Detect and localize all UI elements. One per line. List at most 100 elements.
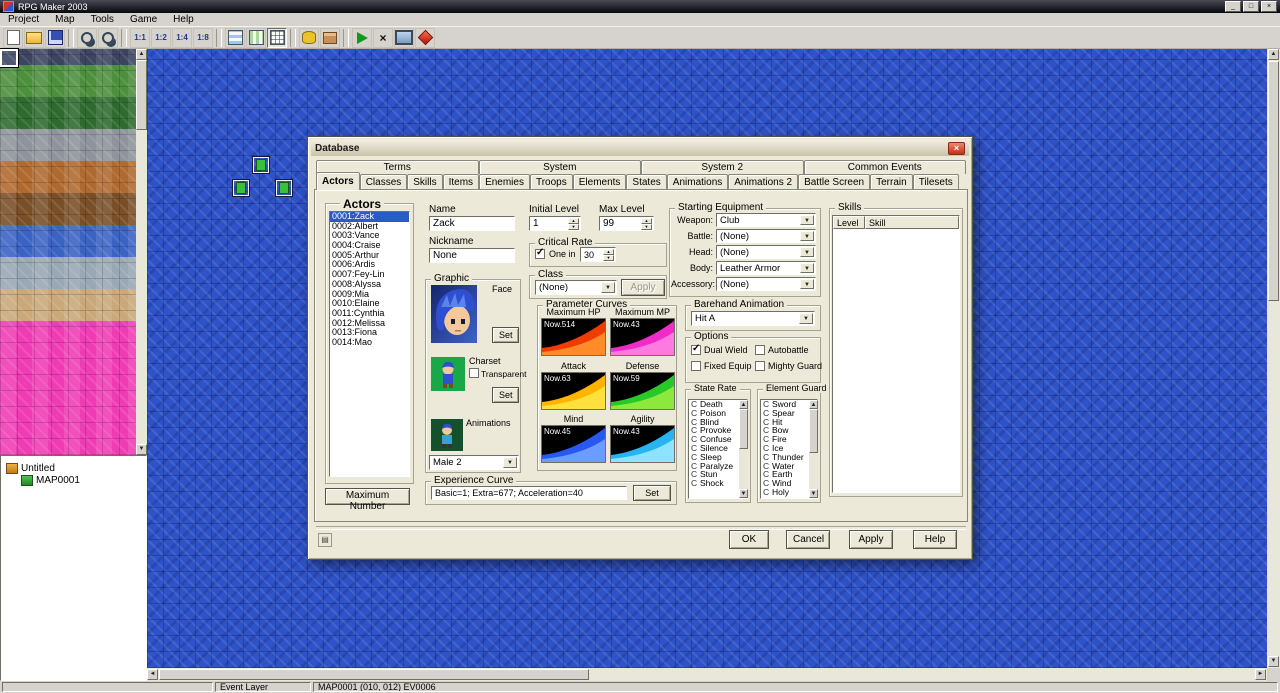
save-project-icon[interactable]	[45, 28, 65, 48]
tab[interactable]: Common Events	[804, 160, 967, 174]
ok-button[interactable]: OK	[729, 530, 769, 549]
tab[interactable]: Tilesets	[913, 174, 959, 189]
scale-1-4-icon[interactable]: 1:4	[172, 28, 192, 48]
parameter-curve-cell[interactable]: Agility Now.43	[610, 414, 675, 465]
equipment-dropdown[interactable]: Leather Armor	[716, 261, 816, 275]
tab[interactable]: Actors	[316, 172, 360, 190]
actor-list-item[interactable]: 0014:Mao	[330, 338, 409, 348]
parameter-curve-cell[interactable]: Maximum HP Now.514	[541, 307, 606, 358]
max-level-spinner[interactable]: 99	[599, 216, 654, 231]
tab[interactable]: Terrain	[870, 174, 913, 189]
playtest-icon[interactable]	[352, 28, 372, 48]
chevron-down-icon[interactable]	[503, 457, 517, 468]
spinner-arrows-icon[interactable]	[603, 249, 614, 260]
scale-1-2-icon[interactable]: 1:2	[151, 28, 171, 48]
palette-scrollbar[interactable]	[136, 49, 147, 455]
open-project-icon[interactable]	[24, 28, 44, 48]
tab[interactable]: States	[626, 174, 666, 189]
curve-thumbnail[interactable]: Now.43	[610, 318, 675, 356]
state-rate-item[interactable]: C Shock	[689, 479, 738, 488]
tab[interactable]: Battle Screen	[798, 174, 870, 189]
option-checkbox[interactable]	[755, 345, 765, 355]
dialog-close-icon[interactable]: ×	[948, 142, 965, 155]
scroll-up-icon[interactable]	[739, 400, 748, 409]
tab[interactable]: Animations	[667, 174, 728, 189]
nickname-input[interactable]: None	[429, 248, 515, 263]
class-dropdown[interactable]: (None)	[535, 280, 617, 295]
critical-rate-spinner[interactable]: 30	[580, 247, 616, 262]
chevron-down-icon[interactable]	[800, 247, 814, 257]
option-checkbox-row[interactable]: Fixed Equip	[691, 361, 755, 371]
maximum-number-button[interactable]: Maximum Number	[325, 488, 410, 505]
chevron-down-icon[interactable]	[601, 282, 615, 293]
map-horizontal-scrollbar[interactable]	[147, 668, 1267, 681]
chevron-down-icon[interactable]	[799, 313, 813, 324]
tab[interactable]: Classes	[360, 174, 408, 189]
menu-item[interactable]: Map	[47, 14, 82, 25]
apply-button[interactable]: Apply	[849, 530, 893, 549]
option-checkbox-row[interactable]: Autobattle	[755, 345, 822, 355]
critical-rate-checkbox[interactable]	[535, 249, 545, 259]
dialog-title-bar[interactable]: Database ×	[311, 140, 969, 156]
scroll-down-icon[interactable]	[136, 444, 147, 455]
curve-thumbnail[interactable]: Now.514	[541, 318, 606, 356]
initial-level-spinner[interactable]: 1	[529, 216, 581, 231]
actor-list[interactable]: 0001:Zack0002:Albert0003:Vance0004:Crais…	[329, 211, 410, 477]
scale-1-1-icon[interactable]: 1:1	[130, 28, 150, 48]
window-memory-icon[interactable]	[318, 533, 332, 547]
scroll-thumb[interactable]	[809, 409, 818, 453]
chevron-down-icon[interactable]	[800, 279, 814, 289]
tile-palette[interactable]	[0, 49, 147, 455]
tab[interactable]: Troops	[530, 174, 573, 189]
animation-dropdown[interactable]: Male 2	[429, 455, 519, 470]
scroll-left-icon[interactable]	[147, 669, 158, 680]
curve-thumbnail[interactable]: Now.43	[610, 425, 675, 463]
scroll-down-icon[interactable]	[809, 489, 818, 498]
upper-layer-icon[interactable]	[246, 28, 266, 48]
charset-set-button[interactable]: Set	[492, 387, 519, 403]
scroll-down-icon[interactable]	[1268, 656, 1279, 667]
tree-node-project[interactable]: Untitled	[1, 462, 146, 474]
palette-scroll-thumb[interactable]	[136, 60, 147, 130]
equipment-dropdown[interactable]: (None)	[716, 229, 816, 243]
curve-thumbnail[interactable]: Now.45	[541, 425, 606, 463]
curve-thumbnail[interactable]: Now.59	[610, 372, 675, 410]
chevron-down-icon[interactable]	[800, 231, 814, 241]
option-checkbox-row[interactable]: Mighty Guard	[755, 361, 822, 371]
parameter-curve-cell[interactable]: Attack Now.63	[541, 361, 606, 412]
resource-manager-icon[interactable]	[320, 28, 340, 48]
menu-item[interactable]: Help	[165, 14, 202, 25]
experience-set-button[interactable]: Set	[633, 485, 671, 501]
fullscreen-icon[interactable]	[394, 28, 414, 48]
map-event[interactable]	[233, 180, 249, 196]
cancel-button[interactable]: Cancel	[786, 530, 830, 549]
menu-item[interactable]: Game	[122, 14, 165, 25]
element-guard-item[interactable]: C Holy	[761, 488, 808, 497]
option-checkbox[interactable]	[691, 361, 701, 371]
tab[interactable]: Enemies	[479, 174, 530, 189]
close-button[interactable]: ×	[1261, 1, 1277, 12]
menu-item[interactable]: Tools	[83, 14, 122, 25]
parameter-curve-cell[interactable]: Mind Now.45	[541, 414, 606, 465]
element-guard-scrollbar[interactable]	[809, 400, 818, 498]
scale-1-8-icon[interactable]: 1:8	[193, 28, 213, 48]
lower-layer-icon[interactable]	[225, 28, 245, 48]
state-rate-scrollbar[interactable]	[739, 400, 748, 498]
tab[interactable]: System	[479, 160, 642, 174]
face-set-button[interactable]: Set	[492, 327, 519, 343]
help-button[interactable]: Help	[913, 530, 957, 549]
equipment-dropdown[interactable]: (None)	[716, 277, 816, 291]
close-tool-icon[interactable]: ×	[373, 28, 393, 48]
transparent-checkbox[interactable]	[469, 368, 479, 378]
rtp-icon[interactable]	[415, 28, 435, 48]
equipment-dropdown[interactable]: Club	[716, 213, 816, 227]
tab[interactable]: Items	[443, 174, 479, 189]
menu-item[interactable]: Project	[0, 14, 47, 25]
tab[interactable]: Animations 2	[728, 174, 798, 189]
scroll-up-icon[interactable]	[809, 400, 818, 409]
option-checkbox[interactable]	[691, 345, 701, 355]
tab[interactable]: System 2	[641, 160, 804, 174]
curve-thumbnail[interactable]: Now.63	[541, 372, 606, 410]
map-hscroll-thumb[interactable]	[159, 669, 589, 680]
spinner-arrows-icon[interactable]	[641, 218, 652, 229]
